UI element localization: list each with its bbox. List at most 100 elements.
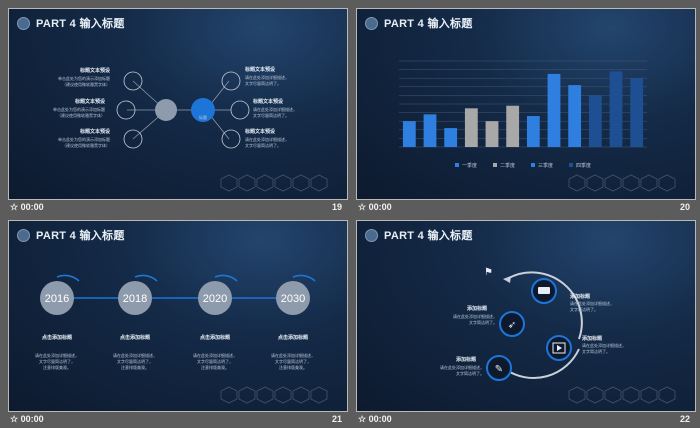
flag-icon: ⚑ [484, 267, 493, 278]
legend-swatch [569, 163, 573, 167]
right-node-3 [221, 129, 241, 149]
slide-thumbnail-19[interactable]: PART 4 输入标题 标题 标题文本预设 单击此处为您的演示添加标题 （建议使… [8, 8, 348, 212]
slide-time: ☆ 00:00 [358, 202, 392, 212]
svg-text:（建议使用微软雅黑字体）: （建议使用微软雅黑字体） [62, 142, 110, 148]
timeline-diagram: 2016 点击添加标题 请在此处添加详细描述， 文字尽量简洁明了， 注意排版美观… [35, 274, 316, 370]
slide-thumbnail-20[interactable]: PART 4 输入标题 一季度 二季度 三季度 四季度 ☆ 00:00 20 [356, 8, 696, 212]
hexagon-decoration [220, 386, 328, 404]
hub-node-gray [155, 99, 177, 121]
svg-text:单击此处为您的演示添加标题: 单击此处为您的演示添加标题 [58, 136, 110, 142]
slide-20: PART 4 输入标题 一季度 二季度 三季度 四季度 [356, 8, 696, 200]
svg-text:注意排版美观。: 注意排版美观。 [201, 364, 229, 370]
legend-swatch [493, 163, 497, 167]
slide-number: 19 [331, 202, 342, 212]
svg-text:2018: 2018 [123, 293, 147, 305]
legend-label: 一季度 [462, 162, 477, 169]
hub-diagram: 标题 标题文本预设 单击此处为您的演示添加标题 （建议使用微软雅黑字体） 标题文… [53, 66, 297, 149]
svg-text:文字尽量简洁明了。: 文字尽量简洁明了。 [253, 112, 289, 118]
slide-number: 21 [331, 414, 342, 424]
bar [464, 108, 478, 147]
svg-text:文字简洁明了。: 文字简洁明了。 [469, 319, 497, 325]
svg-text:请在此处添加详细描述，: 请在此处添加详细描述， [193, 352, 237, 358]
slide-22: PART 4 输入标题 ➶ ✎ ⚑ 添加标题 请在此处添加详细描述， 文字简洁明… [356, 220, 696, 412]
hexagon-decoration [220, 174, 328, 192]
svg-text:2020: 2020 [203, 293, 227, 305]
svg-text:标题文本预设: 标题文本预设 [79, 128, 111, 135]
svg-text:注意排版美观。: 注意排版美观。 [279, 364, 307, 370]
svg-text:标题文本预设: 标题文本预设 [244, 66, 276, 73]
svg-text:文字简洁明了。: 文字简洁明了。 [570, 306, 598, 312]
svg-text:标题: 标题 [199, 114, 207, 120]
right-node-2 [230, 100, 250, 120]
pen-icon: ✎ [495, 364, 503, 375]
legend-label: 二季度 [500, 162, 515, 169]
svg-text:（建议使用微软雅黑字体）: （建议使用微软雅黑字体） [57, 112, 105, 118]
svg-text:请在此处添加详细描述，: 请在此处添加详细描述， [245, 74, 289, 80]
bar-chart: 一季度 二季度 三季度 四季度 [399, 60, 647, 169]
slide-21: PART 4 输入标题 2016 点击添加标题 请在此处添加详细描述， 文字尽量… [8, 220, 348, 412]
slide-thumbnail-21[interactable]: PART 4 输入标题 2016 点击添加标题 请在此处添加详细描述， 文字尽量… [8, 220, 348, 424]
svg-text:文字尽量简洁明了。: 文字尽量简洁明了。 [245, 142, 281, 148]
slide-time: ☆ 00:00 [10, 414, 44, 424]
slide-time: ☆ 00:00 [358, 414, 392, 424]
slide-thumbnail-22[interactable]: PART 4 输入标题 ➶ ✎ ⚑ 添加标题 请在此处添加详细描述， 文字简洁明… [356, 220, 696, 424]
svg-text:请在此处添加详细描述，: 请在此处添加详细描述， [35, 352, 79, 358]
svg-text:点击添加标题: 点击添加标题 [120, 334, 151, 341]
svg-text:请在此处添加详细描述，: 请在此处添加详细描述， [453, 313, 497, 319]
bar [506, 105, 520, 147]
slide-number: 20 [679, 202, 690, 212]
svg-text:标题文本预设: 标题文本预设 [244, 128, 276, 135]
legend-swatch [455, 163, 459, 167]
svg-text:点击添加标题: 点击添加标题 [200, 334, 231, 341]
svg-text:标题文本预设: 标题文本预设 [74, 98, 106, 105]
svg-text:单击此处为您的演示添加标题: 单击此处为您的演示添加标题 [58, 75, 110, 81]
bar [423, 114, 437, 147]
svg-text:单击此处为您的演示添加标题: 单击此处为您的演示添加标题 [53, 106, 105, 112]
rocket-icon: ➶ [508, 320, 516, 331]
svg-text:标题文本预设: 标题文本预设 [79, 67, 111, 74]
bar [609, 71, 623, 147]
slide-19: PART 4 输入标题 标题 标题文本预设 单击此处为您的演示添加标题 （建议使… [8, 8, 348, 200]
svg-text:添加标题: 添加标题 [582, 335, 603, 342]
slide-number: 22 [679, 414, 690, 424]
legend-swatch [531, 163, 535, 167]
svg-text:点击添加标题: 点击添加标题 [42, 334, 73, 341]
drive-icon [538, 287, 550, 294]
bar [547, 73, 561, 147]
svg-text:请在此处添加详细描述，: 请在此处添加详细描述， [113, 352, 157, 358]
legend-label: 三季度 [538, 162, 553, 169]
svg-text:文字尽量简洁明了，: 文字尽量简洁明了， [197, 358, 233, 364]
svg-text:请在此处添加详细描述，: 请在此处添加详细描述， [440, 364, 484, 370]
svg-text:2016: 2016 [45, 293, 69, 305]
svg-text:文字尽量简洁明了，: 文字尽量简洁明了， [39, 358, 75, 364]
svg-text:请在此处添加详细描述，: 请在此处添加详细描述， [570, 300, 614, 306]
svg-text:（建议使用微软雅黑字体）: （建议使用微软雅黑字体） [62, 81, 110, 87]
timeline-node-2: 2018 点击添加标题 请在此处添加详细描述， 文字尽量简洁明了， 注意排版美观… [113, 274, 158, 370]
svg-text:请在此处添加详细描述，: 请在此处添加详细描述， [271, 352, 315, 358]
svg-text:文字尽量简洁明了，: 文字尽量简洁明了， [117, 358, 153, 364]
svg-text:添加标题: 添加标题 [456, 356, 477, 363]
svg-text:添加标题: 添加标题 [570, 293, 591, 300]
svg-text:点击添加标题: 点击添加标题 [278, 334, 309, 341]
svg-text:请在此处添加详细描述，: 请在此处添加详细描述， [582, 342, 626, 348]
svg-text:注意排版美观。: 注意排版美观。 [121, 364, 149, 370]
bar [568, 85, 582, 147]
svg-text:文字简洁明了。: 文字简洁明了。 [582, 348, 610, 354]
timeline-node-4: 2030 点击添加标题 请在此处添加详细描述， 文字尽量简洁明了， 注意排版美观… [271, 274, 316, 370]
timeline-node-1: 2016 点击添加标题 请在此处添加详细描述， 文字尽量简洁明了， 注意排版美观… [35, 274, 80, 370]
svg-text:添加标题: 添加标题 [467, 305, 488, 312]
svg-text:文字简洁明了。: 文字简洁明了。 [456, 370, 484, 376]
cycle-diagram: ➶ ✎ ⚑ 添加标题 请在此处添加详细描述， 文字简洁明了。 添加标题 请在此处… [440, 267, 626, 381]
hexagon-decoration [568, 174, 676, 192]
bar [402, 121, 416, 147]
svg-text:文字尽量简洁明了。: 文字尽量简洁明了。 [245, 80, 281, 86]
bar [444, 128, 458, 147]
timeline-node-3: 2020 点击添加标题 请在此处添加详细描述， 文字尽量简洁明了， 注意排版美观… [193, 274, 238, 370]
bar [526, 116, 540, 147]
hexagon-decoration [568, 386, 676, 404]
right-node-1 [221, 71, 241, 91]
bar [588, 95, 602, 147]
svg-text:注意排版美观。: 注意排版美观。 [43, 364, 71, 370]
svg-text:文字尽量简洁明了，: 文字尽量简洁明了， [275, 358, 311, 364]
svg-text:请在此处添加详细描述，: 请在此处添加详细描述， [253, 106, 297, 112]
